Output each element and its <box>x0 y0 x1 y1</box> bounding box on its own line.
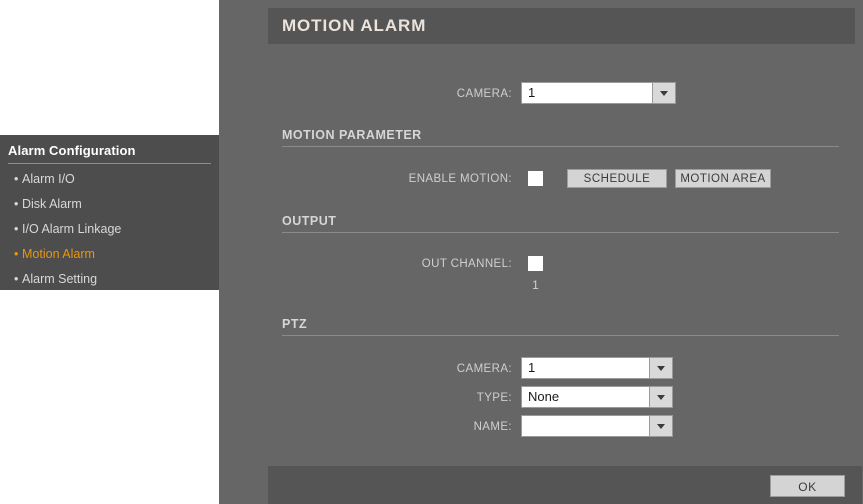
sidebar-item-motion-alarm[interactable]: • Motion Alarm <box>0 242 219 267</box>
section-label: OUTPUT <box>282 214 337 228</box>
section-output: OUTPUT <box>282 213 839 233</box>
section-rule <box>282 232 839 233</box>
section-label: MOTION PARAMETER <box>282 128 422 142</box>
sidebar-item-label: I/O Alarm Linkage <box>22 222 122 236</box>
out-channel-checkbox[interactable] <box>528 256 543 271</box>
chevron-down-icon[interactable] <box>649 387 672 407</box>
bullet-icon: • <box>14 247 19 261</box>
motion-alarm-screen: Alarm Configuration • Alarm I/O • Disk A… <box>0 0 863 504</box>
sidebar-menu: • Alarm I/O • Disk Alarm • I/O Alarm Lin… <box>0 167 219 292</box>
sidebar-divider <box>8 163 211 164</box>
sidebar-item-alarm-io[interactable]: • Alarm I/O <box>0 167 219 192</box>
section-label: PTZ <box>282 317 308 331</box>
enable-motion-label-box: ENABLE MOTION: <box>219 167 512 191</box>
motion-alarm-form: CAMERA: 1 MOTION PARAMETER ENABLE MOTION… <box>219 0 863 504</box>
chevron-down-icon[interactable] <box>652 83 675 103</box>
sidebar-item-label: Motion Alarm <box>22 247 95 261</box>
schedule-button[interactable]: SCHEDULE <box>567 169 667 188</box>
ptz-camera-label: CAMERA: <box>456 363 512 375</box>
motion-area-button[interactable]: MOTION AREA <box>675 169 771 188</box>
sidebar-title: Alarm Configuration <box>8 143 136 158</box>
bullet-icon: • <box>14 272 19 286</box>
bullet-icon: • <box>14 222 19 236</box>
ptz-name-label: NAME: <box>473 421 512 433</box>
camera-select-value: 1 <box>522 83 652 103</box>
camera-row: CAMERA: <box>219 82 512 106</box>
ptz-type-select[interactable]: None <box>521 386 673 408</box>
out-channel-label: OUT CHANNEL: <box>421 258 512 270</box>
ptz-type-select-value: None <box>522 387 649 407</box>
enable-motion-row: ENABLE MOTION: <box>219 167 512 191</box>
chevron-down-icon[interactable] <box>649 416 672 436</box>
out-channel-number: 1 <box>532 278 539 292</box>
sidebar-panel: Alarm Configuration • Alarm I/O • Disk A… <box>0 135 219 290</box>
ptz-type-label-box: TYPE: <box>219 386 512 410</box>
out-channel-row: OUT CHANNEL: <box>219 252 512 276</box>
camera-label-box: CAMERA: <box>219 82 512 106</box>
footer-bar: OK <box>268 466 862 504</box>
content-area: MOTION ALARM CAMERA: 1 MOTION PARAMETER … <box>219 0 863 504</box>
sidebar-item-label: Disk Alarm <box>22 197 82 211</box>
section-rule <box>282 146 839 147</box>
ptz-name-select-value <box>522 416 649 436</box>
camera-label: CAMERA: <box>456 88 512 100</box>
ptz-name-select[interactable] <box>521 415 673 437</box>
ptz-name-label-box: NAME: <box>219 415 512 439</box>
section-rule <box>282 335 839 336</box>
ptz-camera-row: CAMERA: <box>219 357 512 381</box>
sidebar-item-disk-alarm[interactable]: • Disk Alarm <box>0 192 219 217</box>
section-motion-parameter: MOTION PARAMETER <box>282 127 839 147</box>
enable-motion-checkbox[interactable] <box>528 171 543 186</box>
out-channel-label-box: OUT CHANNEL: <box>219 252 512 276</box>
sidebar-item-label: Alarm Setting <box>22 272 98 286</box>
sidebar-item-alarm-setting[interactable]: • Alarm Setting <box>0 267 219 292</box>
camera-select[interactable]: 1 <box>521 82 676 104</box>
sidebar: Alarm Configuration • Alarm I/O • Disk A… <box>0 0 219 504</box>
sidebar-item-io-alarm-linkage[interactable]: • I/O Alarm Linkage <box>0 217 219 242</box>
ptz-type-label: TYPE: <box>476 392 512 404</box>
enable-motion-label: ENABLE MOTION: <box>408 173 512 185</box>
ptz-name-row: NAME: <box>219 415 512 439</box>
ptz-type-row: TYPE: <box>219 386 512 410</box>
ptz-camera-select[interactable]: 1 <box>521 357 673 379</box>
bullet-icon: • <box>14 197 19 211</box>
chevron-down-icon[interactable] <box>649 358 672 378</box>
ptz-camera-label-box: CAMERA: <box>219 357 512 381</box>
bullet-icon: • <box>14 172 19 186</box>
sidebar-item-label: Alarm I/O <box>22 172 75 186</box>
section-ptz: PTZ <box>282 316 839 336</box>
ok-button[interactable]: OK <box>770 475 845 497</box>
ptz-camera-select-value: 1 <box>522 358 649 378</box>
